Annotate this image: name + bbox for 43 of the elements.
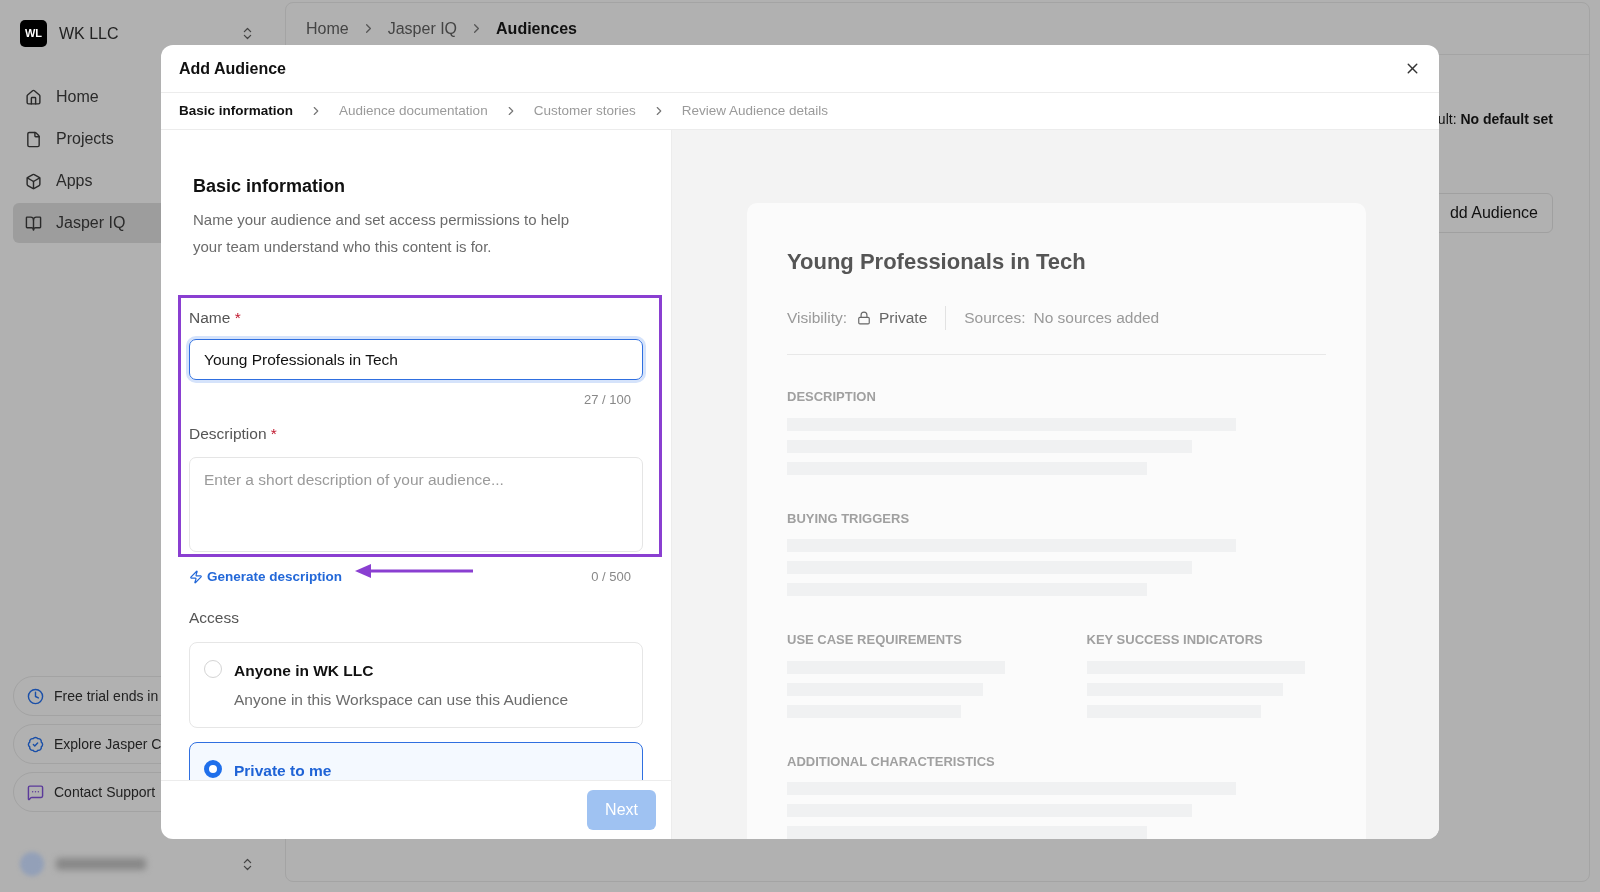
section-heading: KEY SUCCESS INDICATORS: [1086, 631, 1264, 649]
access-option[interactable]: Private to me: [189, 742, 643, 780]
option-description: Anyone in this Workspace can use this Audience: [234, 689, 569, 710]
house-icon: [25, 88, 42, 106]
description-field[interactable]: Enter a short description of your audience...: [189, 457, 643, 552]
breadcrumb-link[interactable]: Jasper IQ: [387, 16, 458, 41]
sidebar-item[interactable]: Projects: [13, 119, 272, 159]
field-label: Description *: [189, 423, 278, 444]
lock-icon: [857, 311, 871, 325]
default-audience-text: ult: No default set: [1437, 110, 1553, 129]
option-title: Anyone in WK LLC: [234, 660, 375, 681]
breadcrumb-link[interactable]: Home: [306, 16, 349, 41]
section-heading: DESCRIPTION: [787, 388, 877, 406]
cube-icon: [25, 172, 42, 190]
section-title: Basic information: [192, 175, 347, 198]
access-label: Access: [189, 608, 240, 629]
book-icon: [25, 214, 42, 232]
sources-value: No sources added: [1033, 308, 1160, 329]
file-icon: [25, 130, 42, 148]
character-counter: 27 / 100: [584, 391, 631, 410]
section-heading: ADDITIONAL CHARACTERISTICS: [787, 752, 996, 771]
chat-icon: [27, 783, 44, 801]
option-title: Private to me: [234, 761, 332, 780]
clock-icon: [27, 687, 44, 705]
badge-check-icon: [27, 735, 44, 753]
name-field[interactable]: Young Professionals in Tech: [189, 339, 643, 381]
modal-title: Add Audience: [179, 58, 286, 79]
generate-description-link[interactable]: Generate description: [189, 567, 343, 588]
access-option[interactable]: Anyone in WK LLC Anyone in this Workspace can use this Audience: [189, 641, 643, 728]
section-heading: BUYING TRIGGERS: [787, 509, 911, 528]
workspace-name[interactable]: WK LLC: [59, 21, 119, 46]
sources-label: Sources:: [964, 308, 1026, 329]
preview-title: Young Professionals in Tech: [787, 248, 1087, 276]
visibility-label: Visibility:: [787, 308, 847, 329]
lightning-icon: [189, 570, 203, 585]
radio-button[interactable]: [204, 760, 222, 778]
character-counter: 0 / 500: [591, 568, 632, 587]
visibility-value: Private: [879, 308, 928, 329]
breadcrumb-link[interactable]: Audiences: [496, 16, 577, 41]
workspace-logo: WL: [20, 20, 47, 47]
step-tab[interactable]: Basic information: [179, 100, 294, 122]
section-heading: USE CASE REQUIREMENTS: [787, 631, 963, 649]
field-label: Name *: [189, 308, 242, 328]
